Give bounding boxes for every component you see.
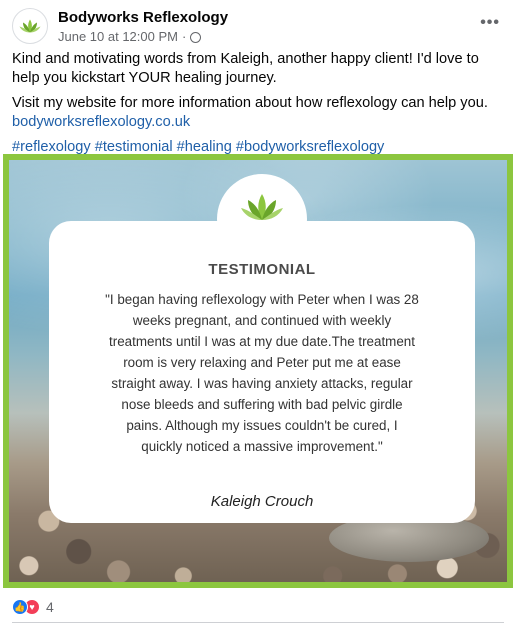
meta-separator: ·	[181, 29, 187, 44]
testimonial-quote: "I began having reflexology with Peter w…	[105, 292, 419, 454]
post-date-link[interactable]: June 10 at 12:00 PM	[58, 29, 178, 44]
lotus-logo-icon	[241, 194, 283, 220]
post-image[interactable]: bodyworks reflexology TESTIMONIAL "I beg…	[3, 154, 513, 588]
post-text-paragraph-2: Visit my website for more information ab…	[12, 94, 506, 132]
reaction-count: 4	[46, 599, 54, 615]
post-meta: June 10 at 12:00 PM ·	[58, 29, 202, 44]
post-text-paragraph-1: Kind and motivating words from Kaleigh, …	[12, 51, 479, 86]
website-link[interactable]: bodyworksreflexology.co.uk	[12, 114, 190, 130]
testimonial-author: Kaleigh Crouch	[210, 493, 314, 510]
page-name-link[interactable]: Bodyworks Reflexology	[58, 9, 228, 26]
post-text-website-prefix: Visit my website for more information ab…	[12, 95, 488, 111]
testimonial-title: TESTIMONIAL	[208, 261, 316, 278]
beach-photo: bodyworks reflexology TESTIMONIAL "I beg…	[9, 160, 507, 582]
like-icon: 👍	[12, 599, 28, 615]
divider	[12, 622, 504, 623]
page-avatar[interactable]	[12, 8, 48, 44]
post-header: Bodyworks Reflexology June 10 at 12:00 P…	[12, 6, 504, 46]
post-text: Kind and motivating words from Kaleigh, …	[12, 50, 506, 163]
reactions-summary[interactable]: 👍 ♥ 4	[12, 598, 54, 616]
more-options-button[interactable]: •••	[480, 14, 500, 32]
globe-icon	[190, 32, 202, 43]
testimonial-card: TESTIMONIAL "I began having reflexology …	[49, 221, 475, 523]
lotus-logo-icon	[19, 19, 41, 33]
